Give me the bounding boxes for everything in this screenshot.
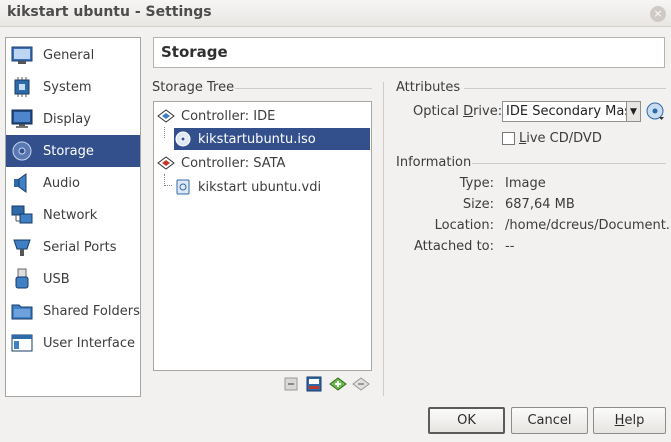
system-chip-icon bbox=[10, 75, 34, 99]
shared-folder-icon bbox=[10, 299, 34, 323]
label-part: elp bbox=[624, 413, 645, 428]
storage-disk-icon bbox=[10, 139, 34, 163]
divider bbox=[464, 88, 666, 89]
divider bbox=[472, 163, 666, 164]
sidebar-item-label: Audio bbox=[43, 175, 80, 191]
controller-icon bbox=[157, 154, 175, 172]
sidebar-item-label: USB bbox=[43, 271, 70, 287]
choose-disk-image-icon[interactable] bbox=[646, 102, 665, 125]
sidebar-item-label: Shared Folders bbox=[43, 303, 140, 319]
hard-disk-icon bbox=[174, 178, 192, 196]
info-value-size: 687,64 MB bbox=[505, 197, 575, 212]
sidebar-item-system[interactable]: System bbox=[6, 71, 140, 103]
label-part: Optical bbox=[413, 104, 464, 119]
storage-tree[interactable]: Controller: IDE kikstartubuntu.iso Contr… bbox=[153, 101, 372, 371]
close-window-button[interactable]: × bbox=[650, 6, 666, 22]
network-icon bbox=[10, 203, 34, 227]
storage-tree-header: Storage Tree bbox=[152, 80, 235, 95]
info-key-attached-to: Attached to: bbox=[413, 239, 494, 254]
live-cd-checkbox[interactable] bbox=[502, 132, 515, 145]
attributes-header: Attributes bbox=[396, 80, 461, 95]
display-monitor-icon bbox=[10, 107, 34, 131]
add-hard-disk-icon[interactable] bbox=[306, 376, 322, 394]
cancel-button[interactable]: Cancel bbox=[511, 407, 588, 434]
tree-connector bbox=[164, 174, 172, 186]
ok-button[interactable]: OK bbox=[428, 407, 505, 434]
remove-controller-icon[interactable] bbox=[352, 376, 370, 394]
sidebar-item-network[interactable]: Network bbox=[6, 199, 140, 231]
tree-row-controller-ide[interactable]: Controller: IDE bbox=[157, 105, 370, 127]
label-mnemonic: H bbox=[614, 413, 625, 428]
info-value-location: /home/dcreus/Document... bbox=[505, 218, 671, 233]
tree-row-controller-sata[interactable]: Controller: SATA bbox=[157, 152, 370, 174]
sidebar-item-shared-folders[interactable]: Shared Folders bbox=[6, 295, 140, 327]
sidebar-item-usb[interactable]: USB bbox=[6, 263, 140, 295]
live-cd-label: Live CD/DVD bbox=[519, 131, 602, 146]
divider bbox=[235, 88, 372, 89]
info-key-location: Location: bbox=[434, 218, 494, 233]
page-title-box: Storage bbox=[153, 37, 665, 68]
sidebar-item-storage[interactable]: Storage bbox=[6, 135, 140, 167]
settings-sidebar: General System Display Storage Audio Net… bbox=[5, 37, 141, 397]
sidebar-item-label: System bbox=[43, 79, 92, 95]
sidebar-item-user-interface[interactable]: User Interface bbox=[6, 327, 140, 359]
general-icon bbox=[10, 43, 34, 67]
chevron-down-icon: ▼ bbox=[626, 102, 640, 121]
label-part: rive: bbox=[473, 104, 503, 119]
info-value-type: Image bbox=[505, 176, 546, 191]
sidebar-item-label: General bbox=[43, 47, 95, 63]
label-part: ive CD/DVD bbox=[526, 131, 602, 146]
label-mnemonic: D bbox=[463, 104, 474, 119]
usb-icon bbox=[10, 267, 34, 291]
optical-drive-label: Optical Drive: bbox=[413, 104, 502, 119]
information-header: Information bbox=[396, 155, 472, 170]
optical-drive-select[interactable]: IDE Secondary Master ▼ bbox=[502, 101, 641, 122]
window-titlebar: kikstart ubuntu - Settings × bbox=[0, 0, 671, 27]
sidebar-item-display[interactable]: Display bbox=[6, 103, 140, 135]
tree-row-label: kikstart ubuntu.vdi bbox=[198, 179, 322, 195]
info-key-size: Size: bbox=[462, 197, 494, 212]
add-controller-icon[interactable] bbox=[329, 376, 347, 394]
serial-port-icon bbox=[10, 235, 34, 259]
tree-row-optical-image[interactable]: kikstartubuntu.iso bbox=[174, 128, 370, 150]
sidebar-item-general[interactable]: General bbox=[6, 39, 140, 71]
tree-row-label: kikstartubuntu.iso bbox=[198, 131, 316, 147]
sidebar-item-serial-ports[interactable]: Serial Ports bbox=[6, 231, 140, 263]
remove-attachment-icon[interactable] bbox=[283, 376, 299, 394]
sidebar-item-label: Serial Ports bbox=[43, 239, 117, 255]
tree-row-hard-disk[interactable]: kikstart ubuntu.vdi bbox=[174, 176, 370, 198]
optical-disc-icon bbox=[174, 130, 192, 148]
window-title: kikstart ubuntu - Settings bbox=[7, 4, 212, 20]
controller-icon bbox=[157, 107, 175, 125]
info-value-attached-to: -- bbox=[505, 239, 515, 254]
help-button[interactable]: Help bbox=[593, 407, 666, 434]
sidebar-item-label: Display bbox=[43, 111, 91, 127]
tree-row-label: Controller: SATA bbox=[181, 155, 286, 171]
sidebar-item-audio[interactable]: Audio bbox=[6, 167, 140, 199]
sidebar-item-label: Network bbox=[43, 207, 98, 223]
page-title: Storage bbox=[161, 43, 228, 61]
user-interface-icon bbox=[10, 331, 34, 355]
sidebar-item-label: Storage bbox=[43, 143, 94, 159]
sidebar-item-label: User Interface bbox=[43, 335, 135, 351]
tree-row-label: Controller: IDE bbox=[181, 108, 276, 124]
optical-drive-value: IDE Secondary Master bbox=[506, 104, 641, 119]
info-key-type: Type: bbox=[459, 176, 494, 191]
audio-speaker-icon bbox=[10, 171, 34, 195]
tree-connector bbox=[164, 127, 165, 138]
